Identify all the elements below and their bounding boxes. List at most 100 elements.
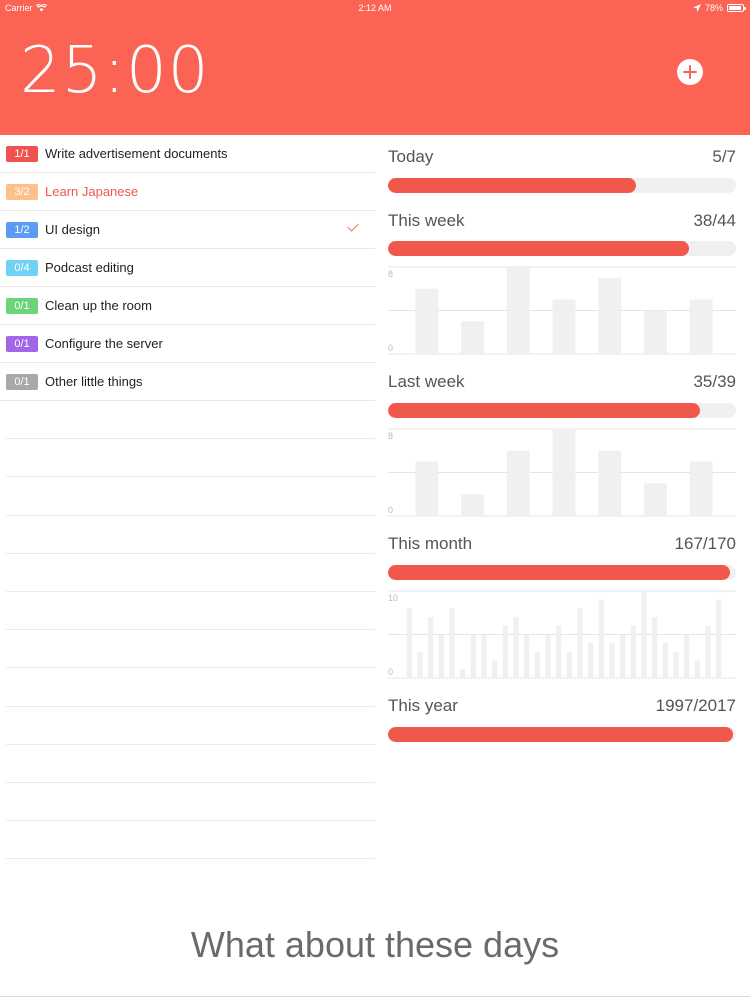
last-week-progress-bar (388, 403, 736, 418)
chart-bar (644, 483, 667, 516)
chart-bar (449, 608, 455, 678)
chart-bar (588, 643, 594, 678)
chart-bar (470, 634, 476, 678)
task-row[interactable]: 0/1 Other little things (0, 363, 375, 401)
week-progress-bar (388, 241, 736, 256)
y-tick-label: 0 (388, 667, 393, 677)
empty-row (6, 592, 375, 631)
timer-display[interactable]: 25:00 (20, 34, 209, 108)
stat-year: This year 1997/2017 (388, 696, 736, 718)
stat-year-value: 1997/2017 (655, 696, 736, 715)
chart-bar (577, 608, 583, 678)
chart-bar (502, 625, 508, 678)
chart-bar (481, 634, 487, 678)
empty-row (6, 745, 375, 783)
last-week-bar-chart: 80 (388, 428, 736, 517)
empty-row (6, 516, 375, 554)
today-progress-bar (388, 178, 736, 193)
stat-today: Today 5/7 (388, 147, 736, 169)
year-progress-bar (388, 727, 736, 742)
chart-bar (417, 651, 423, 678)
y-tick-label: 8 (388, 269, 393, 279)
progress-fill (388, 565, 730, 580)
task-row[interactable]: 0/1 Configure the server (0, 325, 375, 363)
chart-bar (689, 461, 713, 516)
task-count-badge: 1/1 (6, 145, 38, 162)
empty-row (6, 707, 375, 745)
progress-fill (388, 403, 701, 418)
progress-fill (388, 178, 637, 193)
stat-today-value: 5/7 (712, 147, 736, 166)
checkmark-icon (347, 220, 359, 232)
chart-bar (461, 494, 484, 516)
y-tick-label: 10 (388, 593, 398, 603)
task-count-badge: 0/4 (6, 259, 38, 276)
chart-bar (415, 288, 439, 354)
stat-month: This month 167/170 (388, 534, 736, 556)
chart-bar (492, 660, 498, 678)
chart-bar (620, 634, 626, 678)
stat-week: This week 38/44 (388, 211, 736, 233)
stat-month-label: This month (388, 534, 473, 553)
chart-bar (609, 643, 615, 678)
chart-bar (438, 634, 444, 678)
stat-week-label: This week (388, 211, 465, 230)
empty-row (6, 783, 375, 822)
stat-year-label: This year (388, 696, 458, 715)
chart-bar (406, 608, 412, 678)
chart-bar (641, 591, 647, 678)
chart-bar (673, 651, 679, 678)
task-count-badge: 0/1 (6, 335, 38, 352)
header: Carrier 2:12 AM 78% 25:00 (0, 0, 750, 135)
chart-bar (524, 634, 530, 678)
task-name: Write advertisement documents (45, 146, 228, 161)
task-count-badge: 0/1 (6, 297, 38, 314)
task-list: 1/1 Write advertisement documents 3/2 Learn… (0, 135, 375, 401)
chart-bar (552, 299, 576, 354)
y-tick-label: 0 (388, 505, 393, 515)
progress-fill (388, 727, 733, 742)
chart-bar (662, 643, 668, 678)
task-row[interactable]: 1/2 UI design (0, 211, 375, 249)
task-name: Learn Japanese (45, 184, 139, 199)
footer-title: What about these days (190, 924, 560, 965)
task-count-badge: 0/1 (6, 373, 38, 390)
chart-bar (415, 461, 439, 516)
empty-row (6, 821, 375, 860)
chart-bar (506, 450, 530, 516)
battery-icon (727, 4, 746, 12)
clock: 2:12 AM (358, 3, 392, 13)
empty-row (6, 554, 375, 592)
chart-bar (598, 450, 622, 516)
chart-bar (461, 321, 484, 354)
stat-month-value: 167/170 (674, 534, 736, 553)
chart-bar (534, 651, 540, 678)
task-row[interactable]: 3/2 Learn Japanese (0, 173, 375, 211)
chart-bar (689, 299, 713, 354)
add-task-button[interactable] (677, 59, 703, 85)
stat-week-value: 38/44 (693, 211, 736, 230)
chart-bar (513, 617, 519, 678)
task-row[interactable]: 1/1 Write advertisement documents (0, 135, 375, 173)
chart-bar (652, 617, 658, 678)
task-name: Podcast editing (45, 260, 134, 275)
month-bar-chart: 10 0 (388, 590, 736, 679)
progress-fill (388, 241, 689, 256)
chart-bar (694, 660, 700, 678)
chart-bar (428, 617, 434, 678)
empty-row (6, 401, 375, 440)
y-tick-label: 0 (388, 343, 393, 353)
chart-bar (552, 429, 576, 516)
chart-bar (630, 625, 636, 678)
task-row[interactable]: 0/4 Podcast editing (0, 249, 375, 287)
empty-row (6, 439, 375, 478)
chart-bar (598, 277, 622, 354)
chart-bar (644, 310, 667, 354)
bottom-divider (0, 996, 750, 997)
task-row[interactable]: 0/1 Clean up the room (0, 287, 375, 325)
stat-today-label: Today (388, 147, 434, 166)
chart-bar (506, 267, 530, 354)
battery-percent: 78% (704, 3, 723, 13)
location-arrow-icon (692, 4, 701, 12)
task-count-badge: 1/2 (6, 221, 38, 238)
